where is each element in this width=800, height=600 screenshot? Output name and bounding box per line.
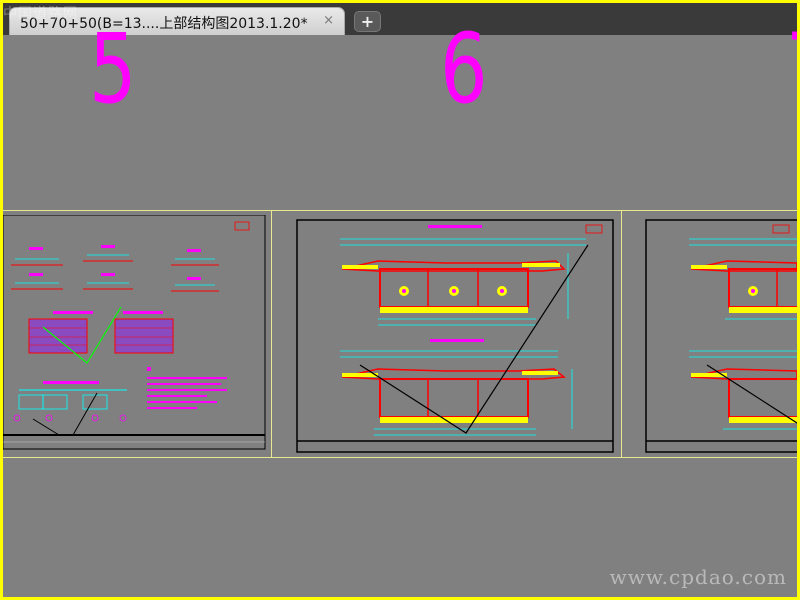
layout-number-5: 5 (89, 13, 137, 125)
layout-separator (621, 210, 622, 458)
drawing-sheet-5[interactable] (3, 215, 269, 453)
new-tab-button[interactable]: + (354, 11, 381, 32)
layout-number-6: 6 (440, 13, 488, 125)
watermark-logo: 中国道路网 (3, 6, 78, 22)
drawing-canvas[interactable]: 50+70+50(B=13....上部结构图2013.1.20* × + 中国道… (3, 3, 797, 597)
close-icon[interactable]: × (323, 13, 334, 28)
drawing-sheet-7[interactable] (645, 219, 797, 453)
layout-number-7: 7 (786, 21, 797, 117)
drawing-sheet-6[interactable] (296, 219, 614, 453)
watermark-url: www.cpdao.com (609, 565, 787, 589)
layout-separator (271, 210, 272, 458)
